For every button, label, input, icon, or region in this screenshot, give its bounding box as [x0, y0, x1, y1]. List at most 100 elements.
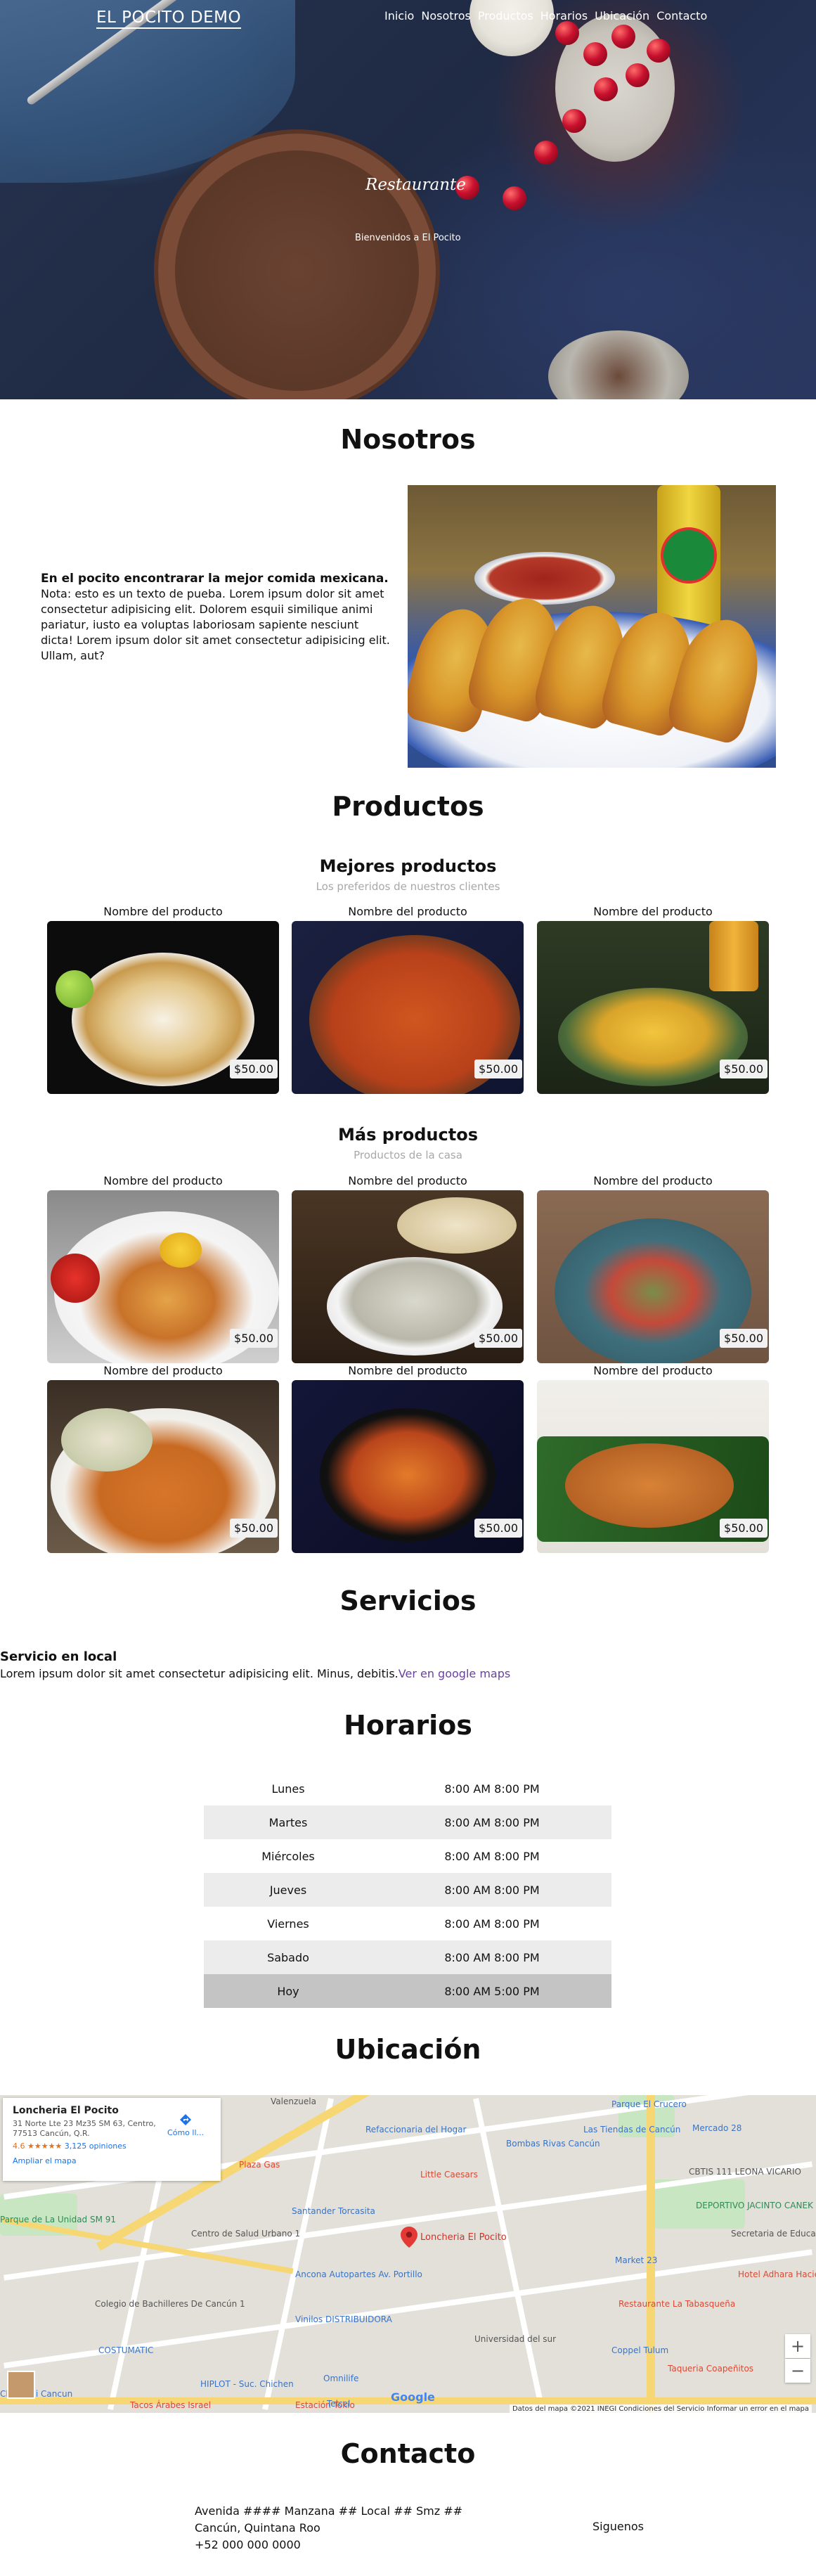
map-label: Coppel Tulum — [611, 2345, 669, 2355]
tacos-image — [408, 485, 776, 768]
map-pin-icon[interactable] — [401, 2227, 417, 2248]
nav-nosotros[interactable]: Nosotros — [421, 9, 471, 22]
place-address: 31 Norte Lte 23 Mz35 SM 63, Centro, 7751… — [13, 2119, 156, 2138]
product-card[interactable]: Nombre del producto $50.00 — [47, 1174, 279, 1363]
contact-info: Avenida #### Manzana ## Local ## Smz ## … — [195, 2503, 462, 2554]
product-card[interactable]: Nombre del producto $50.00 — [292, 905, 524, 1094]
hours-row: Jueves 8:00 AM 8:00 PM — [204, 1873, 611, 1907]
hours-time: 8:00 AM 8:00 PM — [444, 1815, 540, 1829]
contact-address-line2: Cancún, Quintana Roo — [195, 2521, 320, 2535]
product-name: Nombre del producto — [593, 1364, 713, 1377]
product-card[interactable]: Nombre del producto $50.00 — [537, 1174, 769, 1363]
product-image: $50.00 — [47, 921, 279, 1094]
hours-row: Martes 8:00 AM 8:00 PM — [204, 1805, 611, 1839]
cherry-icon — [534, 141, 558, 165]
location-heading: Ubicación — [335, 2034, 481, 2065]
map-pin-label: Loncheria El Pocito — [420, 2232, 507, 2243]
price-badge: $50.00 — [230, 1060, 278, 1078]
hero-spoon — [548, 330, 689, 399]
nav-contacto[interactable]: Contacto — [656, 9, 707, 22]
map-label: Ancona Autopartes Av. Portillo — [295, 2269, 422, 2279]
hero-title: Restaurante — [365, 176, 466, 194]
zoom-in-button[interactable]: + — [785, 2334, 810, 2358]
map-label: Taqueria Coapeñitos — [668, 2364, 754, 2374]
product-image: $50.00 — [292, 1380, 524, 1553]
product-card[interactable]: Nombre del producto $50.00 — [47, 905, 279, 1094]
rating-value: 4.6 ★★★★★ — [13, 2142, 63, 2151]
map-label: Vinilos DISTRIBUIDORA — [295, 2314, 392, 2324]
map-label: Tacos Árabes Israel — [130, 2400, 212, 2410]
map-label: Universidad del sur — [474, 2334, 557, 2344]
hours-row: Viernes 8:00 AM 8:00 PM — [204, 1907, 611, 1940]
hours-day: Martes — [268, 1815, 308, 1829]
map-label: Santander Torcasita — [292, 2206, 375, 2216]
product-name: Nombre del producto — [103, 1364, 223, 1377]
about-heading: Nosotros — [340, 424, 476, 455]
map-label: Plaza Gas — [239, 2160, 280, 2170]
reviews-link[interactable]: 3,125 opiniones — [65, 2142, 127, 2151]
product-card[interactable]: Nombre del producto $50.00 — [292, 1364, 524, 1553]
hours-row: Sabado 8:00 AM 8:00 PM — [204, 1940, 611, 1974]
product-image: $50.00 — [292, 1190, 524, 1363]
best-products-title: Mejores productos — [319, 856, 497, 876]
hours-time: 8:00 AM 8:00 PM — [444, 1950, 540, 1964]
contact-address-line1: Avenida #### Manzana ## Local ## Smz ## — [195, 2504, 463, 2518]
about-text: En el pocito encontrarar la mejor comida… — [41, 571, 392, 664]
nav-horarios[interactable]: Horarios — [540, 9, 588, 22]
google-logo: Google — [391, 2390, 435, 2404]
map-label: Telcel — [327, 2399, 351, 2409]
salsa-bowl — [474, 552, 615, 605]
cherry-icon — [594, 77, 618, 101]
nav-productos[interactable]: Productos — [478, 9, 533, 22]
hours-time: 8:00 AM 5:00 PM — [444, 1984, 540, 1998]
cherry-icon — [647, 39, 671, 63]
product-name: Nombre del producto — [103, 1174, 223, 1187]
enlarge-map-link[interactable]: Ampliar el mapa — [13, 2156, 211, 2165]
hero-bowl — [469, 0, 554, 56]
place-rating: 4.6 ★★★★★ 3,125 opiniones — [13, 2142, 211, 2151]
street-view-icon[interactable] — [7, 2371, 35, 2399]
product-name: Nombre del producto — [348, 905, 467, 918]
product-name: Nombre del producto — [348, 1364, 467, 1377]
google-maps-link[interactable]: Ver en google maps — [399, 1667, 510, 1680]
zoom-out-button[interactable]: − — [785, 2359, 810, 2383]
product-card[interactable]: Nombre del producto $50.00 — [537, 1364, 769, 1553]
nav-inicio[interactable]: Inicio — [384, 9, 414, 22]
product-image: $50.00 — [47, 1190, 279, 1363]
about-body: Nota: esto es un texto de pueba. Lorem i… — [41, 587, 390, 662]
more-products-title: Más productos — [338, 1125, 478, 1145]
nav-ubicacion[interactable]: Ubicación — [595, 9, 649, 22]
product-card[interactable]: Nombre del producto $50.00 — [537, 905, 769, 1094]
cherry-icon — [611, 25, 635, 49]
price-badge: $50.00 — [230, 1329, 278, 1348]
best-products-subtitle: Los preferidos de nuestros clientes — [316, 880, 500, 893]
product-name: Nombre del producto — [593, 905, 713, 918]
price-badge: $50.00 — [720, 1519, 768, 1538]
service-text: Lorem ipsum dolor sit amet consectetur a… — [0, 1667, 510, 1680]
product-name: Nombre del producto — [103, 905, 223, 918]
product-image: $50.00 — [537, 1380, 769, 1553]
map-label: DEPORTIVO JACINTO CANEK — [696, 2201, 813, 2210]
price-badge: $50.00 — [474, 1060, 522, 1078]
contact-phone[interactable]: +52 000 000 0000 — [195, 2537, 462, 2554]
hours-day: Jueves — [269, 1883, 307, 1897]
price-badge: $50.00 — [474, 1329, 522, 1348]
hours-time: 8:00 AM 8:00 PM — [444, 1883, 540, 1897]
map-label: Omnilife — [323, 2374, 359, 2383]
directions-button[interactable]: Cómo ll... — [167, 2113, 204, 2137]
map-label: Colegio de Bachilleres De Cancún 1 — [95, 2299, 245, 2309]
site-logo[interactable]: EL POCITO DEMO — [96, 8, 242, 29]
hours-row-today: Hoy 8:00 AM 5:00 PM — [204, 1974, 611, 2008]
product-card[interactable]: Nombre del producto $50.00 — [292, 1174, 524, 1363]
map-label: Secretaria de Educación y Cultura — [731, 2229, 816, 2239]
map-label: Valenzuela — [271, 2097, 316, 2106]
map-label: Restaurante La Tabasqueña — [619, 2299, 736, 2309]
product-image: $50.00 — [292, 921, 524, 1094]
hours-day: Sabado — [267, 1950, 309, 1964]
price-badge: $50.00 — [474, 1519, 522, 1538]
follow-us-label: Siguenos — [592, 2520, 645, 2533]
about-lead: En el pocito encontrarar la mejor comida… — [41, 572, 389, 586]
hours-time: 8:00 AM 8:00 PM — [444, 1917, 540, 1931]
service-title: Servicio en local — [0, 1649, 117, 1664]
product-card[interactable]: Nombre del producto $50.00 — [47, 1364, 279, 1553]
